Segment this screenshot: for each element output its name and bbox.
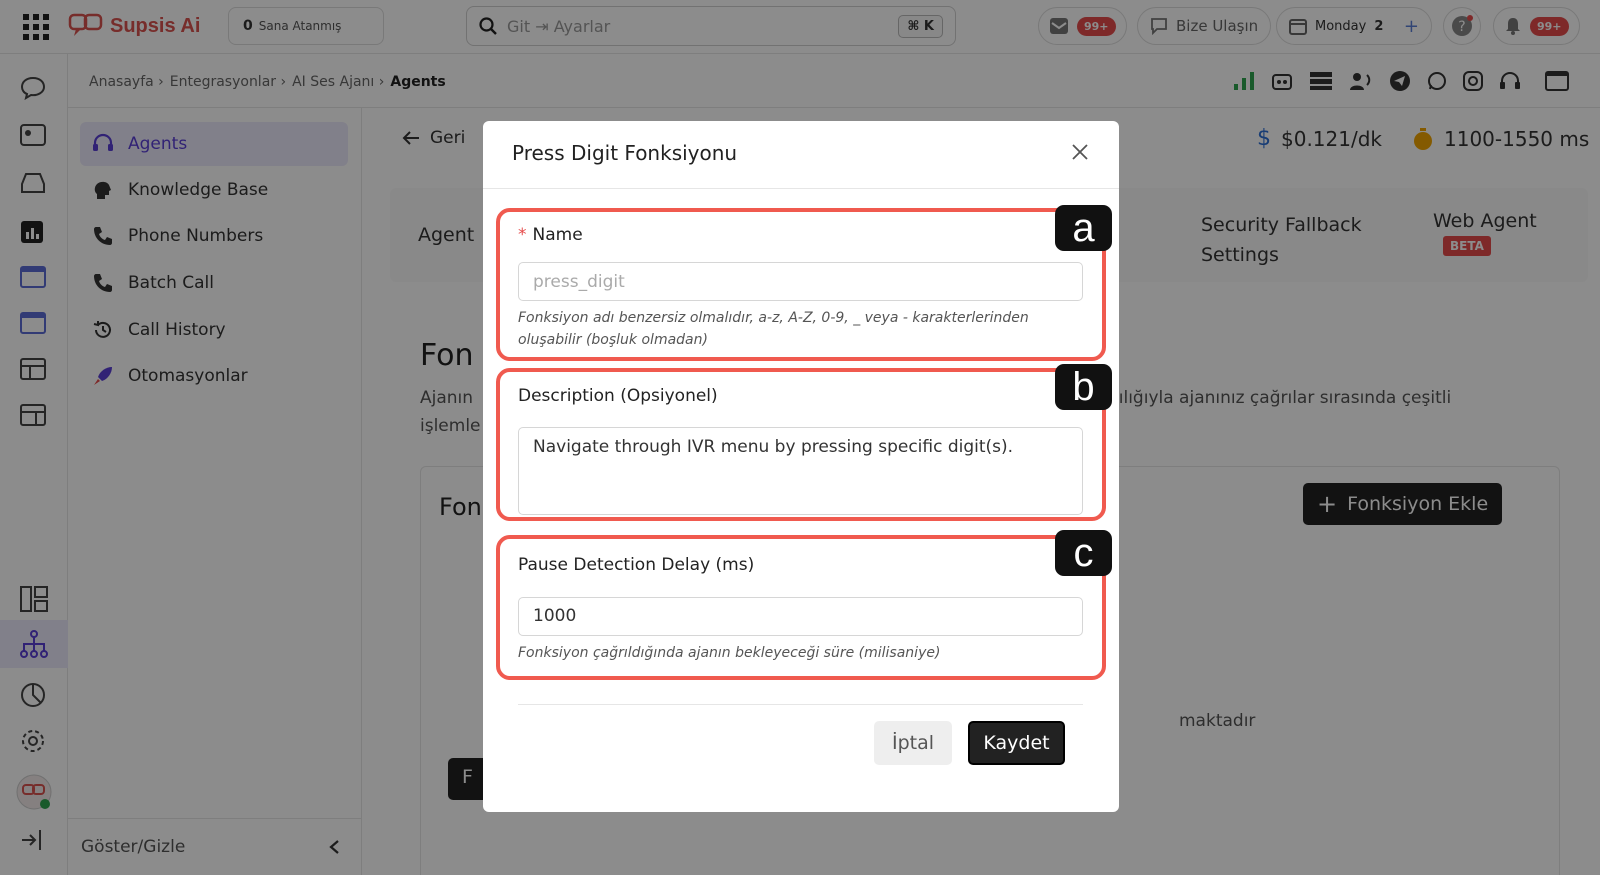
highlight-box-delay: [496, 535, 1106, 680]
header-divider: [483, 188, 1119, 189]
highlight-box-description: [496, 368, 1106, 521]
modal-title: Press Digit Fonksiyonu: [512, 141, 738, 165]
cancel-button[interactable]: İptal: [874, 721, 952, 765]
annotation-tag-a: a: [1055, 205, 1112, 251]
annotation-tag-c: c: [1055, 530, 1112, 576]
close-icon[interactable]: [1071, 143, 1089, 161]
footer-divider: [518, 704, 1083, 705]
save-button[interactable]: Kaydet: [968, 721, 1065, 765]
highlight-box-name: [496, 208, 1106, 361]
annotation-tag-b: b: [1055, 364, 1112, 410]
